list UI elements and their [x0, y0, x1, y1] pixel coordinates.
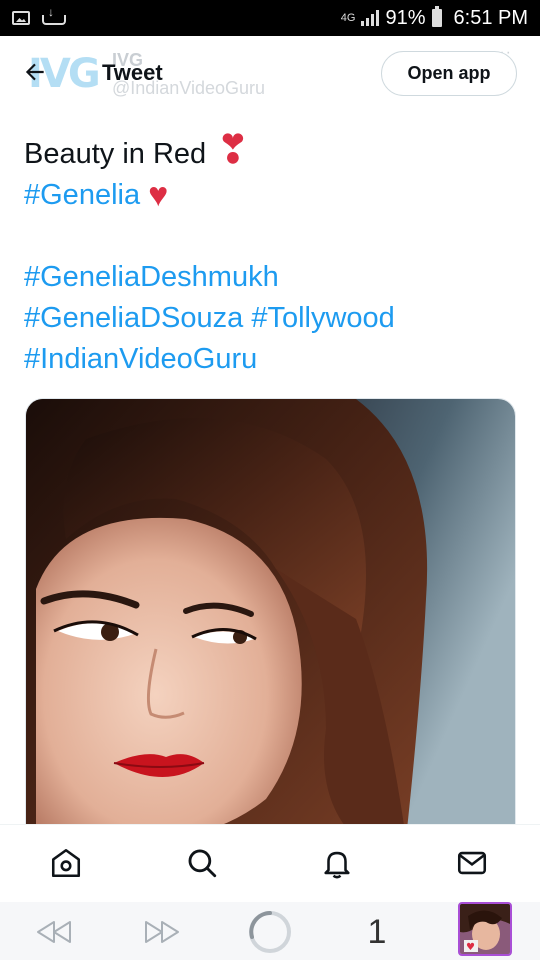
messages-icon: [457, 851, 487, 875]
clock: 6:51 PM: [453, 6, 528, 29]
nav-search[interactable]: [184, 845, 220, 881]
battery-percent: 91%: [385, 6, 426, 29]
nav-messages[interactable]: [454, 845, 490, 881]
tweet-line-2: #Genelia ♥: [24, 175, 524, 216]
tabs-counter[interactable]: 1: [362, 910, 392, 954]
status-right: 4G 91% 6:51 PM: [340, 6, 528, 30]
tweet-line-3: #GeneliaDeshmukh: [24, 257, 524, 298]
heart-exclamation-icon: ❣: [216, 127, 250, 173]
forward-icon: [145, 921, 179, 943]
back-icon: [37, 921, 71, 943]
gallery-icon: [12, 11, 30, 25]
signal-icon: [361, 10, 380, 26]
open-app-button[interactable]: Open app: [381, 51, 517, 96]
nav-home[interactable]: [48, 845, 84, 881]
hashtag-geneliadeshmukh[interactable]: #GeneliaDeshmukh: [24, 261, 279, 293]
battery-icon: [431, 6, 442, 27]
hashtag-indianvideoguru[interactable]: #IndianVideoGuru: [24, 343, 257, 375]
notifications-icon: [324, 851, 350, 879]
portrait-illustration: [26, 399, 515, 837]
tweet-photo[interactable]: [25, 398, 516, 838]
tweet-header: IVG IVG @IndianVideoGuru Tweet ··· Open …: [0, 36, 540, 112]
status-left: [12, 5, 66, 25]
thumbnail-image: ♥: [460, 904, 510, 954]
tweet-line-4: #GeneliaDSouza #Tollywood: [24, 298, 524, 339]
browser-forward-button[interactable]: [142, 910, 182, 954]
hashtag-tollywood[interactable]: #Tollywood: [251, 302, 394, 334]
page-title: Tweet: [102, 60, 163, 85]
hashtag-genelia[interactable]: #Genelia: [24, 179, 140, 211]
tweet-spacer: [24, 216, 524, 257]
bottom-navigation: [0, 824, 540, 902]
tweet-phrase: Beauty in Red: [24, 138, 207, 170]
cloud-download-icon: [42, 5, 66, 25]
reload-icon: [249, 911, 291, 953]
red-heart-icon: ♥: [148, 176, 169, 214]
tweet-line-5: #IndianVideoGuru: [24, 339, 524, 380]
browser-back-button[interactable]: [34, 910, 74, 954]
browser-toolbar: 1 ♥: [0, 902, 540, 960]
hashtag-geneliadsouza[interactable]: #GeneliaDSouza: [24, 302, 243, 334]
nav-notifications[interactable]: [319, 845, 355, 881]
home-icon: [51, 848, 81, 878]
browser-reload-button[interactable]: [246, 910, 294, 954]
search-icon: [188, 849, 217, 878]
network-type: 4G: [340, 12, 356, 24]
arrow-left-icon: [25, 63, 44, 81]
back-button[interactable]: [22, 56, 54, 88]
tweet-text: Beauty in Red ❣ #Genelia ♥ #GeneliaDeshmuk…: [24, 127, 524, 380]
profile-thumbnail[interactable]: ♥: [458, 902, 512, 956]
thumbnail-heart-icon: ♥: [466, 942, 475, 953]
status-bar: 4G 91% 6:51 PM: [0, 0, 540, 36]
tweet-line-1: Beauty in Red ❣: [24, 127, 524, 175]
